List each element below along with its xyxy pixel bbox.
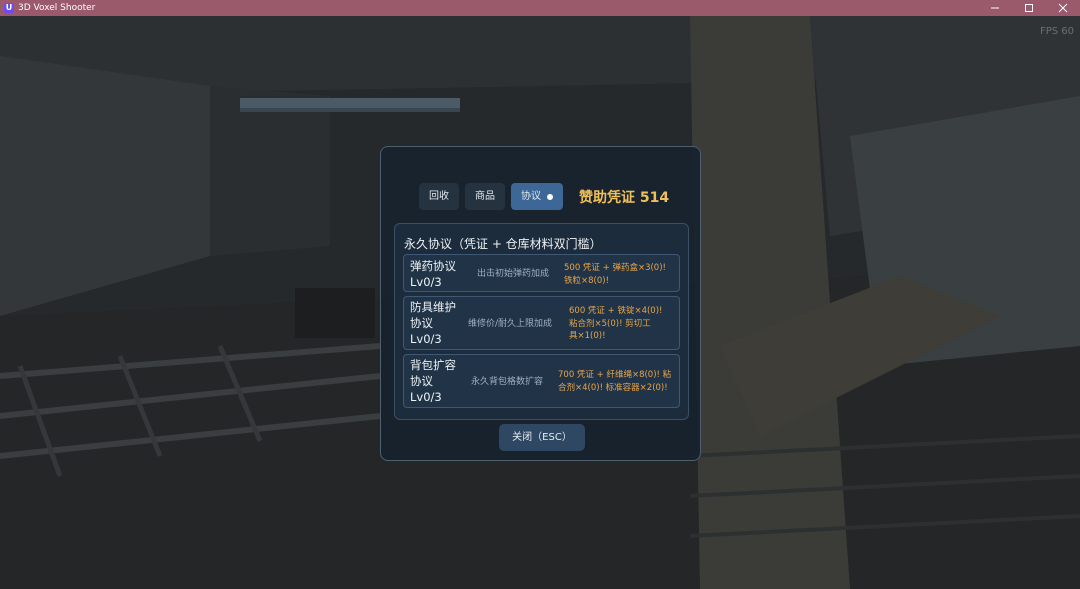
maximize-icon[interactable] (1012, 0, 1046, 16)
tab-recycle[interactable]: 回收 (419, 183, 459, 210)
window-controls (978, 0, 1080, 16)
protocol-name: 背包扩容 协议 Lv0/3 (410, 357, 456, 405)
tab-label: 商品 (475, 191, 495, 202)
title-bar: U 3D Voxel Shooter (0, 0, 1080, 16)
protocol-name-line: 背包扩容 (410, 358, 456, 372)
protocol-name: 防具维护 协议 Lv0/3 (410, 299, 456, 347)
game-window: U 3D Voxel Shooter FPS 60 回收 商品 协议 赞助凭证 … (0, 0, 1080, 589)
protocol-row-armor[interactable]: 防具维护 协议 Lv0/3 维修价/耐久上限加成 600 凭证 + 铁锭×4(0… (403, 296, 680, 350)
protocol-level: Lv0/3 (410, 390, 442, 404)
cost-line: 合剂×4(0)! 标准容器×2(0)! (558, 382, 668, 393)
shop-tabs: 回收 商品 协议 赞助凭证 514 (419, 183, 669, 210)
cost-line: 铁粒×8(0)! (564, 275, 609, 286)
fps-counter: FPS 60 (1039, 26, 1074, 37)
protocol-level: Lv0/3 (410, 275, 442, 289)
protocol-cost: 500 凭证 + 弹药盒×3(0)! 铁粒×8(0)! (564, 262, 676, 287)
protocol-name-line: 协议 (410, 374, 433, 388)
protocol-row-backpack[interactable]: 背包扩容 协议 Lv0/3 永久背包格数扩容 700 凭证 + 纤维绳×8(0)… (403, 354, 680, 408)
protocol-level: Lv0/3 (410, 332, 442, 346)
shop-dialog: 回收 商品 协议 赞助凭证 514 永久协议（凭证 + 仓库材料双门槛） 弹药协… (380, 146, 701, 461)
cost-line: 粘合剂×5(0)! 剪切工 (569, 318, 651, 329)
minimize-icon[interactable] (978, 0, 1012, 16)
cost-line: 500 凭证 + 弹药盒×3(0)! (564, 263, 666, 273)
protocol-desc: 维修价/耐久上限加成 (468, 319, 553, 329)
close-icon[interactable] (1046, 0, 1080, 16)
protocol-name-line: 协议 (410, 316, 433, 330)
notification-dot-icon (547, 193, 553, 200)
protocol-cost: 600 凭证 + 铁锭×4(0)! 粘合剂×5(0)! 剪切工 具×1(0)! (569, 305, 675, 343)
app-icon: U (4, 3, 14, 13)
close-button[interactable]: 关闭（ESC） (499, 424, 585, 451)
protocol-row-ammo[interactable]: 弹药协议 Lv0/3 出击初始弹药加成 500 凭证 + 弹药盒×3(0)! 铁… (403, 254, 680, 292)
cost-line: 具×1(0)! (569, 331, 606, 341)
cost-line: 700 凭证 + 纤维绳×8(0)! 粘 (558, 370, 672, 380)
cost-line: 600 凭证 + 铁锭×4(0)! (569, 306, 663, 316)
protocol-panel: 永久协议（凭证 + 仓库材料双门槛） 弹药协议 Lv0/3 出击初始弹药加成 5… (394, 223, 689, 420)
protocol-name-line: 防具维护 (410, 300, 456, 314)
section-title: 永久协议（凭证 + 仓库材料双门槛） (404, 237, 602, 251)
tab-protocols[interactable]: 协议 (511, 183, 563, 210)
sponsor-credits: 赞助凭证 514 (579, 189, 670, 206)
window-title: 3D Voxel Shooter (18, 3, 96, 13)
tab-label: 回收 (429, 191, 449, 202)
tab-goods[interactable]: 商品 (465, 183, 505, 210)
protocol-cost: 700 凭证 + 纤维绳×8(0)! 粘 合剂×4(0)! 标准容器×2(0)! (558, 369, 678, 394)
protocol-desc: 出击初始弹药加成 (477, 269, 550, 279)
protocol-name: 弹药协议 Lv0/3 (410, 258, 456, 290)
protocol-desc: 永久背包格数扩容 (471, 377, 544, 387)
protocol-name-line: 弹药协议 (410, 259, 456, 273)
tab-label: 协议 (521, 191, 541, 202)
